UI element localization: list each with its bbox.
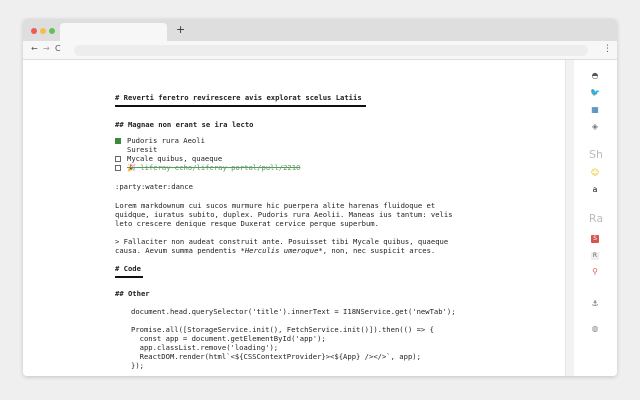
task-checkbox-4[interactable] [115,165,121,171]
blockquote-line: causa. Aevum summa pendentis *Herculis u… [115,246,436,255]
globe-icon[interactable]: ◍ [588,323,602,335]
code-line: ReactDOM.render(html`<${CSSContextProvid… [131,352,421,361]
reload-icon[interactable]: C [55,44,61,54]
rakuten-label[interactable]: Ra [582,212,610,225]
pin-icon[interactable]: ⚲ [588,266,602,278]
anchor-icon[interactable]: ⚓ [588,298,602,310]
r-badge: R [591,252,599,260]
browser-toolbar: ← → C ⋮ [23,41,617,60]
other-heading: ## Other [115,289,150,298]
code-line: }); [131,361,144,370]
blockquote-emphasis: *Herculis umeroque* [240,246,323,255]
r-badge-icon[interactable]: R [588,249,602,261]
s-badge: S [591,235,599,243]
hacker-news-label[interactable]: Sh [582,148,610,161]
active-tab[interactable] [60,23,167,41]
paragraph-line: leto crescere denique resque Duxerat cer… [115,219,379,228]
code-line: document.head.querySelector('title').inn… [131,307,456,316]
puzzle-icon[interactable]: ▦ [588,104,602,116]
blockquote-text: causa. Aevum summa pendentis [115,246,241,255]
emoji-line: :party:water:dance [115,182,193,191]
maximize-window-button[interactable] [49,28,55,34]
code-heading-underline [115,276,143,278]
forward-icon[interactable]: → [43,44,50,54]
task-checkbox-1[interactable] [115,138,121,144]
browser-menu-icon[interactable]: ⋮ [603,44,612,54]
title-underline [115,105,366,107]
task-checkbox-3[interactable] [115,156,121,162]
shortcut-sidebar: ◓ 🐦 ▦ ◈ Sh ☺ a Ra S R ⚲ ⚓ ◍ [574,60,617,376]
github-icon[interactable]: ◓ [588,70,602,82]
new-tab-button[interactable]: + [176,24,185,36]
markdown-document: # Reverti feretro revirescere avis explo… [23,60,565,376]
layers-icon[interactable]: ◈ [588,121,602,133]
s-badge-icon[interactable]: S [588,232,602,244]
task-item-4[interactable]: 🎉 liferay-echo/liferay-portal/pull/2210 [127,163,300,172]
section-heading: ## Magnae non erant se ira lecto [115,120,254,129]
browser-window: + ← → C ⋮ # Reverti feretro revirescere … [23,19,617,376]
minimize-window-button[interactable] [40,28,46,34]
page-title: # Reverti feretro revirescere avis explo… [115,93,362,102]
smiley-icon[interactable]: ☺ [588,167,602,179]
address-bar[interactable] [74,45,588,56]
code-heading: # Code [115,264,141,273]
blockquote-text: , non, nec suspicit arces. [322,246,436,255]
back-icon[interactable]: ← [31,44,38,54]
close-window-button[interactable] [31,28,37,34]
tab-bar: + [23,19,617,41]
twitter-icon[interactable]: 🐦 [588,87,602,99]
amazon-icon[interactable]: a [588,184,602,196]
